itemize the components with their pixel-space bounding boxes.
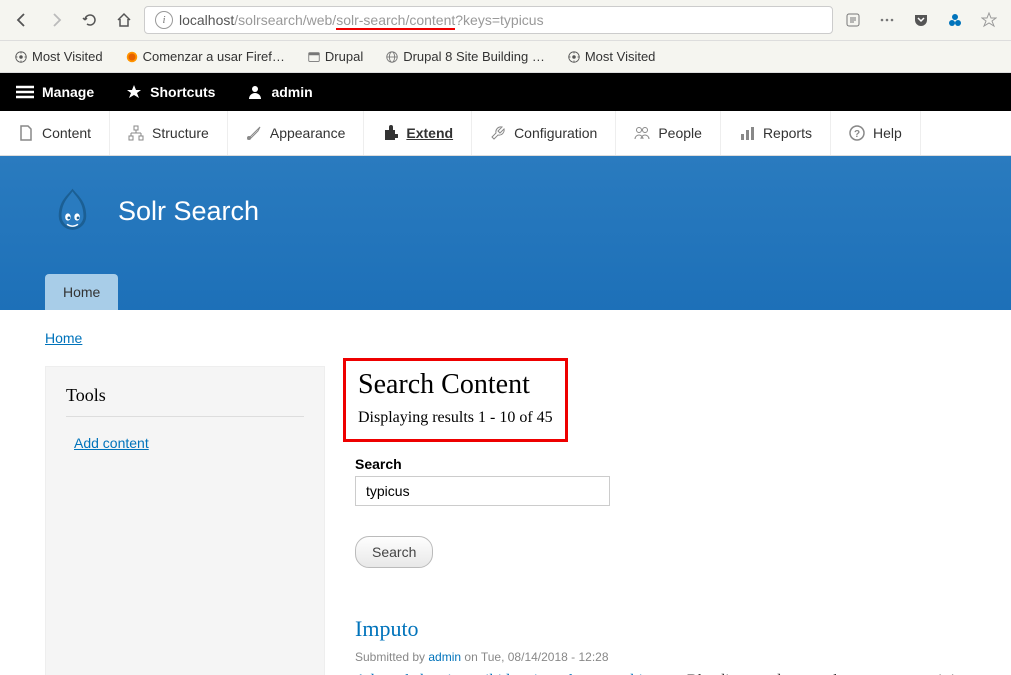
bookmark-bar: Most Visited Comenzar a usar Firef… Drup… [0,41,1011,73]
manage-button[interactable]: Manage [0,73,110,111]
extension-icon[interactable] [941,6,969,34]
search-label: Search [355,456,966,472]
shortcuts-button[interactable]: Shortcuts [110,73,231,111]
url-text: localhost/solrsearch/web/solr-search/con… [179,12,544,28]
tab-people[interactable]: People [616,111,721,155]
sidebar-title: Tools [66,385,304,417]
highlight-annotation: Search Content Displaying results 1 - 10… [343,358,568,442]
tab-extend[interactable]: Extend [364,111,472,155]
search-result: Imputo Submitted by admin on Tue, 08/14/… [355,616,966,675]
result-title-link[interactable]: Imputo [355,616,419,641]
more-icon[interactable] [873,6,901,34]
browser-toolbar: i localhost/solrsearch/web/solr-search/c… [0,0,1011,41]
back-button[interactable] [8,6,36,34]
user-button[interactable]: admin [231,73,328,111]
nav-tab-home[interactable]: Home [45,274,118,310]
breadcrumb-home[interactable]: Home [45,330,82,346]
breadcrumb: Home [0,310,1011,346]
bookmark-drupal8[interactable]: Drupal 8 Site Building … [379,45,551,68]
result-author-link[interactable]: admin [428,650,461,664]
tab-help[interactable]: ? Help [831,111,921,155]
add-content-link[interactable]: Add content [66,435,149,451]
site-header: Solr Search Home [0,156,1011,310]
star-icon[interactable] [975,6,1003,34]
url-bar[interactable]: i localhost/solrsearch/web/solr-search/c… [144,6,833,34]
pocket-icon[interactable] [907,6,935,34]
results-count: Displaying results 1 - 10 of 45 [358,409,553,427]
site-title: Solr Search [118,196,259,227]
bookmark-most-visited-2[interactable]: Most Visited [561,45,662,68]
tab-structure[interactable]: Structure [110,111,228,155]
tab-content[interactable]: Content [0,111,110,155]
drupal-admin-toolbar: Manage Shortcuts admin [0,73,1011,111]
tab-configuration[interactable]: Configuration [472,111,616,155]
svg-text:?: ? [854,129,860,140]
page-heading: Search Content [358,369,553,401]
main-content: Search Content Displaying results 1 - 10… [355,366,966,675]
forward-button[interactable] [42,6,70,34]
bookmark-most-visited[interactable]: Most Visited [8,45,109,68]
search-button[interactable]: Search [355,536,433,568]
tab-appearance[interactable]: Appearance [228,111,365,155]
info-icon[interactable]: i [155,11,173,29]
reader-icon[interactable] [839,6,867,34]
tab-reports[interactable]: Reports [721,111,831,155]
drupal-logo-icon [45,184,100,239]
content-area: Tools Add content Search Content Display… [0,346,1011,675]
home-button[interactable] [110,6,138,34]
bookmark-firefox[interactable]: Comenzar a usar Firef… [119,45,291,68]
reload-button[interactable] [76,6,104,34]
search-input[interactable] [355,476,610,506]
bookmark-drupal[interactable]: Drupal [301,45,369,68]
result-meta: Submitted by admin on Tue, 08/14/2018 - … [355,650,966,664]
sidebar-tools: Tools Add content [45,366,325,675]
admin-secondary-tabs: Content Structure Appearance Extend Conf… [0,111,1011,156]
